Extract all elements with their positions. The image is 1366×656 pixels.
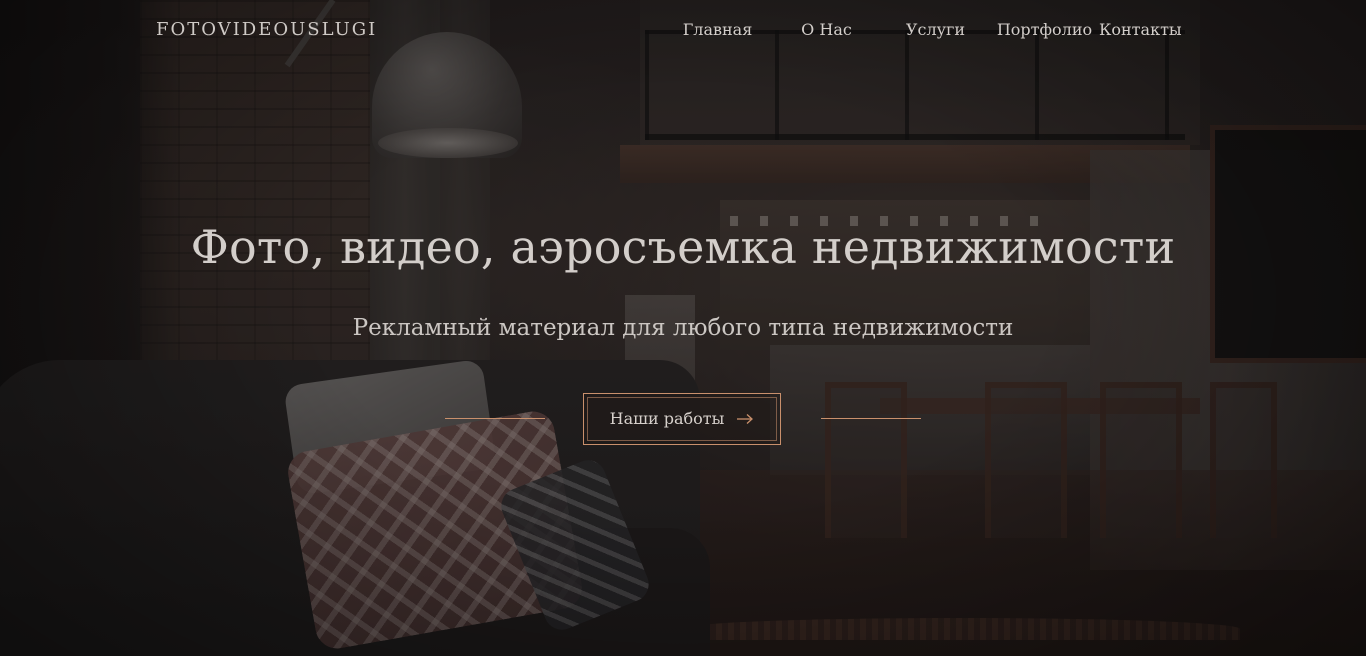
our-works-button[interactable]: Наши работы bbox=[583, 393, 781, 445]
decorative-line bbox=[445, 418, 545, 419]
nav-item-about[interactable]: О Нас bbox=[772, 18, 881, 42]
cta-row: Наши работы bbox=[445, 393, 921, 447]
nav-item-services[interactable]: Услуги bbox=[881, 18, 990, 42]
our-works-button-label: Наши работы bbox=[609, 409, 725, 428]
arrow-right-icon bbox=[736, 413, 754, 425]
hero-section: FOTOVIDEOUSLUGI Главная О Нас Услуги Пор… bbox=[0, 0, 1366, 656]
hero-title: Фото, видео, аэросъемка недвижимости bbox=[190, 220, 1176, 274]
nav-item-contacts[interactable]: Контакты bbox=[1099, 18, 1182, 42]
nav-item-portfolio[interactable]: Портфолио bbox=[990, 18, 1099, 42]
main-nav: Главная О Нас Услуги Портфолио Контакты bbox=[663, 18, 1182, 42]
hero-subtitle: Рекламный материал для любого типа недви… bbox=[352, 315, 1014, 341]
site-header: FOTOVIDEOUSLUGI Главная О Нас Услуги Пор… bbox=[0, 0, 1366, 60]
nav-item-home[interactable]: Главная bbox=[663, 18, 772, 42]
site-logo[interactable]: FOTOVIDEOUSLUGI bbox=[156, 20, 377, 40]
decorative-line bbox=[821, 418, 921, 419]
